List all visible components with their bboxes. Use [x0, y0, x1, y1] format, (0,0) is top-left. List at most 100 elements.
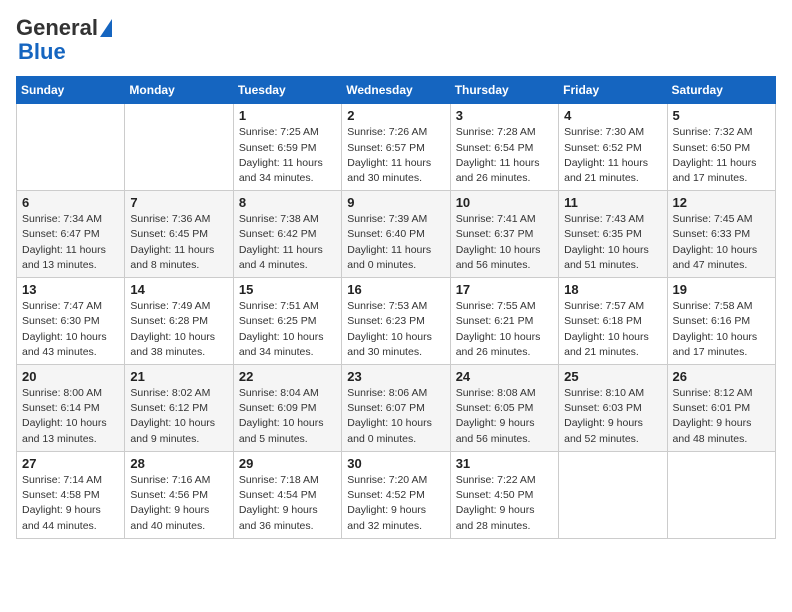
day-number: 14: [130, 282, 227, 297]
calendar-cell: 5Sunrise: 7:32 AM Sunset: 6:50 PM Daylig…: [667, 104, 775, 191]
day-info: Sunrise: 7:57 AM Sunset: 6:18 PM Dayligh…: [564, 299, 661, 360]
day-number: 5: [673, 108, 770, 123]
day-info: Sunrise: 8:04 AM Sunset: 6:09 PM Dayligh…: [239, 386, 336, 447]
calendar-cell: 20 Sunrise: 8:00 AM Sunset: 6:14 PM Dayli…: [17, 365, 125, 452]
day-number: 31: [456, 456, 553, 471]
logo-text-blue: Blue: [16, 40, 66, 64]
day-info: Sunrise: 7:18 AM Sunset: 4:54 PM Dayligh…: [239, 473, 336, 534]
calendar-cell: 9 Sunrise: 7:39 AM Sunset: 6:40 PM Daylig…: [342, 191, 450, 278]
day-number: 12: [673, 195, 770, 210]
day-info: Sunrise: 7:14 AM Sunset: 4:58 PM Dayligh…: [22, 473, 119, 534]
calendar-week-1: 1 Sunrise: 7:25 AM Sunset: 6:59 PM Daylig…: [17, 104, 776, 191]
day-number: 8: [239, 195, 336, 210]
day-info: Sunrise: 7:28 AM Sunset: 6:54 PM Dayligh…: [456, 125, 553, 186]
day-info: Sunrise: 7:45 AM Sunset: 6:33 PM Dayligh…: [673, 212, 770, 273]
day-number: 2: [347, 108, 444, 123]
day-number: 25: [564, 369, 661, 384]
logo-text-general: General: [16, 16, 98, 40]
calendar-cell: 18 Sunrise: 7:57 AM Sunset: 6:18 PM Dayli…: [559, 278, 667, 365]
day-number: 15: [239, 282, 336, 297]
calendar-cell: 23Sunrise: 8:06 AM Sunset: 6:07 PM Dayli…: [342, 365, 450, 452]
calendar-cell: 7Sunrise: 7:36 AM Sunset: 6:45 PM Daylig…: [125, 191, 233, 278]
day-number: 16: [347, 282, 444, 297]
calendar-cell: 11 Sunrise: 7:43 AM Sunset: 6:35 PM Dayli…: [559, 191, 667, 278]
day-number: 4: [564, 108, 661, 123]
calendar-cell: 27 Sunrise: 7:14 AM Sunset: 4:58 PM Dayli…: [17, 451, 125, 538]
day-number: 30: [347, 456, 444, 471]
calendar-cell: 13Sunrise: 7:47 AM Sunset: 6:30 PM Dayli…: [17, 278, 125, 365]
day-info: Sunrise: 7:41 AM Sunset: 6:37 PM Dayligh…: [456, 212, 553, 273]
logo-triangle-icon: [100, 19, 112, 37]
header-monday: Monday: [125, 77, 233, 104]
day-info: Sunrise: 8:00 AM Sunset: 6:14 PM Dayligh…: [22, 386, 119, 447]
header-sunday: Sunday: [17, 77, 125, 104]
day-info: Sunrise: 7:39 AM Sunset: 6:40 PM Dayligh…: [347, 212, 444, 273]
day-info: Sunrise: 7:22 AM Sunset: 4:50 PM Dayligh…: [456, 473, 553, 534]
day-info: Sunrise: 7:47 AM Sunset: 6:30 PM Dayligh…: [22, 299, 119, 360]
day-info: Sunrise: 7:26 AM Sunset: 6:57 PM Dayligh…: [347, 125, 444, 186]
calendar-week-3: 13Sunrise: 7:47 AM Sunset: 6:30 PM Dayli…: [17, 278, 776, 365]
day-number: 19: [673, 282, 770, 297]
day-number: 29: [239, 456, 336, 471]
day-info: Sunrise: 7:30 AM Sunset: 6:52 PM Dayligh…: [564, 125, 661, 186]
calendar-cell: 1 Sunrise: 7:25 AM Sunset: 6:59 PM Daylig…: [233, 104, 341, 191]
day-number: 1: [239, 108, 336, 123]
calendar-cell: 29 Sunrise: 7:18 AM Sunset: 4:54 PM Dayli…: [233, 451, 341, 538]
day-number: 9: [347, 195, 444, 210]
day-number: 3: [456, 108, 553, 123]
calendar-cell: 31 Sunrise: 7:22 AM Sunset: 4:50 PM Dayli…: [450, 451, 558, 538]
calendar-cell: 30 Sunrise: 7:20 AM Sunset: 4:52 PM Dayli…: [342, 451, 450, 538]
calendar-cell: 14 Sunrise: 7:49 AM Sunset: 6:28 PM Dayli…: [125, 278, 233, 365]
day-info: Sunrise: 7:43 AM Sunset: 6:35 PM Dayligh…: [564, 212, 661, 273]
day-number: 21: [130, 369, 227, 384]
header-saturday: Saturday: [667, 77, 775, 104]
day-info: Sunrise: 8:02 AM Sunset: 6:12 PM Dayligh…: [130, 386, 227, 447]
calendar-cell: 19 Sunrise: 7:58 AM Sunset: 6:16 PM Dayli…: [667, 278, 775, 365]
header-thursday: Thursday: [450, 77, 558, 104]
day-info: Sunrise: 8:12 AM Sunset: 6:01 PM Dayligh…: [673, 386, 770, 447]
day-number: 10: [456, 195, 553, 210]
calendar-cell: [17, 104, 125, 191]
day-info: Sunrise: 8:08 AM Sunset: 6:05 PM Dayligh…: [456, 386, 553, 447]
day-info: Sunrise: 7:36 AM Sunset: 6:45 PM Dayligh…: [130, 212, 227, 273]
calendar-cell: 22 Sunrise: 8:04 AM Sunset: 6:09 PM Dayli…: [233, 365, 341, 452]
day-number: 22: [239, 369, 336, 384]
day-info: Sunrise: 8:10 AM Sunset: 6:03 PM Dayligh…: [564, 386, 661, 447]
calendar-cell: 3 Sunrise: 7:28 AM Sunset: 6:54 PM Daylig…: [450, 104, 558, 191]
calendar-cell: 25 Sunrise: 8:10 AM Sunset: 6:03 PM Dayli…: [559, 365, 667, 452]
day-number: 28: [130, 456, 227, 471]
calendar-cell: 10 Sunrise: 7:41 AM Sunset: 6:37 PM Dayli…: [450, 191, 558, 278]
day-info: Sunrise: 7:25 AM Sunset: 6:59 PM Dayligh…: [239, 125, 336, 186]
day-info: Sunrise: 7:38 AM Sunset: 6:42 PM Dayligh…: [239, 212, 336, 273]
day-info: Sunrise: 7:49 AM Sunset: 6:28 PM Dayligh…: [130, 299, 227, 360]
calendar-week-5: 27 Sunrise: 7:14 AM Sunset: 4:58 PM Dayli…: [17, 451, 776, 538]
calendar-cell: [559, 451, 667, 538]
calendar-cell: 12 Sunrise: 7:45 AM Sunset: 6:33 PM Dayli…: [667, 191, 775, 278]
day-info: Sunrise: 7:20 AM Sunset: 4:52 PM Dayligh…: [347, 473, 444, 534]
page-header: General Blue: [16, 16, 776, 64]
day-number: 6: [22, 195, 119, 210]
logo: General Blue: [16, 16, 112, 64]
day-info: Sunrise: 7:16 AM Sunset: 4:56 PM Dayligh…: [130, 473, 227, 534]
calendar-cell: 15 Sunrise: 7:51 AM Sunset: 6:25 PM Dayli…: [233, 278, 341, 365]
calendar-cell: 8 Sunrise: 7:38 AM Sunset: 6:42 PM Daylig…: [233, 191, 341, 278]
calendar-cell: [125, 104, 233, 191]
day-info: Sunrise: 7:51 AM Sunset: 6:25 PM Dayligh…: [239, 299, 336, 360]
day-number: 27: [22, 456, 119, 471]
calendar-cell: 6Sunrise: 7:34 AM Sunset: 6:47 PM Daylig…: [17, 191, 125, 278]
day-number: 18: [564, 282, 661, 297]
header-tuesday: Tuesday: [233, 77, 341, 104]
calendar-cell: 21 Sunrise: 8:02 AM Sunset: 6:12 PM Dayli…: [125, 365, 233, 452]
calendar-table: SundayMondayTuesdayWednesdayThursdayFrid…: [16, 76, 776, 538]
day-number: 26: [673, 369, 770, 384]
day-number: 17: [456, 282, 553, 297]
day-info: Sunrise: 7:58 AM Sunset: 6:16 PM Dayligh…: [673, 299, 770, 360]
calendar-week-2: 6Sunrise: 7:34 AM Sunset: 6:47 PM Daylig…: [17, 191, 776, 278]
calendar-cell: 17Sunrise: 7:55 AM Sunset: 6:21 PM Dayli…: [450, 278, 558, 365]
day-number: 20: [22, 369, 119, 384]
day-number: 24: [456, 369, 553, 384]
day-number: 11: [564, 195, 661, 210]
header-friday: Friday: [559, 77, 667, 104]
calendar-cell: 2 Sunrise: 7:26 AM Sunset: 6:57 PM Daylig…: [342, 104, 450, 191]
calendar-cell: 28 Sunrise: 7:16 AM Sunset: 4:56 PM Dayli…: [125, 451, 233, 538]
